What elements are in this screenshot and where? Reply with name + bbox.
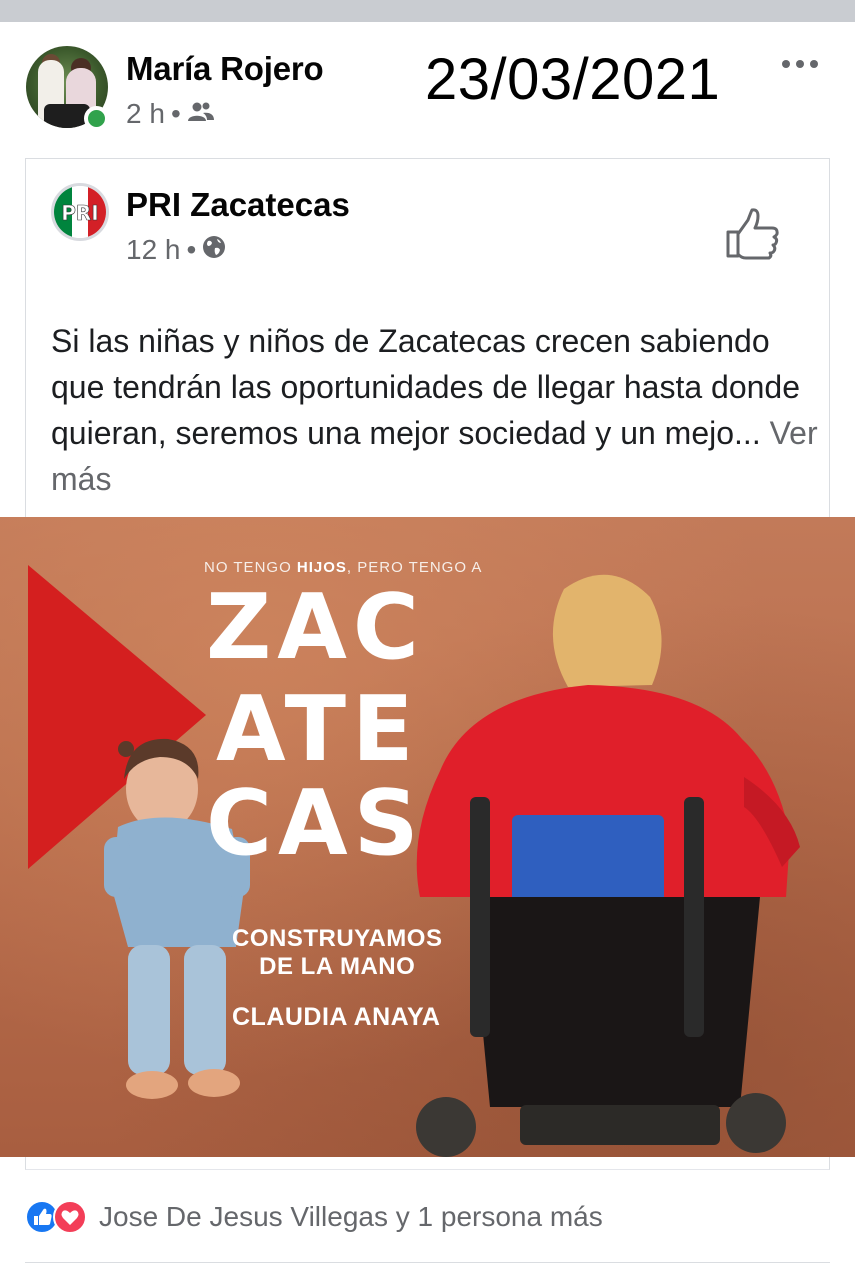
- pri-logo-avatar[interactable]: PRI: [51, 183, 109, 241]
- globe-icon: [202, 234, 226, 266]
- shared-page-name[interactable]: PRI Zacatecas: [126, 186, 350, 224]
- campaign-headline-3: CAS: [206, 771, 425, 876]
- campaign-image[interactable]: NO TENGO HIJOS, PERO TENGO A ZAC ATE CAS…: [0, 517, 855, 1157]
- shared-post-text: Si las niñas y niños de Zacatecas crecen…: [51, 318, 821, 502]
- shared-post-time[interactable]: 12 h: [126, 234, 181, 266]
- friends-icon: [187, 98, 215, 130]
- online-status-indicator: [84, 106, 109, 131]
- post-time[interactable]: 2 h: [126, 98, 165, 130]
- tagline-part: , PERO TENGO A: [346, 559, 483, 576]
- love-reaction-icon: [53, 1200, 87, 1234]
- reactions-summary[interactable]: Jose De Jesus Villegas y 1 persona más: [99, 1201, 603, 1233]
- reaction-icons: [25, 1200, 89, 1234]
- tagline-part: NO TENGO: [204, 559, 297, 576]
- tagline-bold: HIJOS: [296, 559, 347, 576]
- top-divider: [0, 0, 855, 22]
- shared-post-body: Si las niñas y niños de Zacatecas crecen…: [51, 323, 801, 451]
- wheelchair-figure: [416, 574, 800, 1157]
- like-page-icon[interactable]: [724, 206, 782, 260]
- author-name[interactable]: María Rojero: [126, 50, 324, 88]
- meta-separator: •: [186, 234, 197, 265]
- overlay-date: 23/03/2021: [425, 47, 721, 112]
- more-dots-icon[interactable]: [780, 54, 820, 74]
- svg-text:PRI: PRI: [61, 201, 99, 225]
- slogan-line-1: CONSTRUYAMOS: [232, 925, 443, 952]
- campaign-slogan: CONSTRUYAMOS DE LA MANO: [232, 925, 442, 981]
- meta-separator: •: [170, 98, 181, 129]
- reactions-row[interactable]: Jose De Jesus Villegas y 1 persona más: [25, 1200, 603, 1234]
- reactions-divider: [25, 1262, 830, 1263]
- shared-post-meta: 12 h •: [126, 234, 226, 266]
- campaign-headline-1: ZAC: [206, 575, 425, 680]
- campaign-tagline: NO TENGO HIJOS, PERO TENGO A: [204, 559, 482, 576]
- campaign-headline-2: ATE: [216, 677, 420, 782]
- candidate-name: CLAUDIA ANAYA: [232, 1003, 441, 1031]
- slogan-line-2: DE LA MANO: [259, 953, 416, 980]
- campaign-illustration: [28, 565, 800, 1157]
- post-meta: 2 h •: [126, 98, 215, 130]
